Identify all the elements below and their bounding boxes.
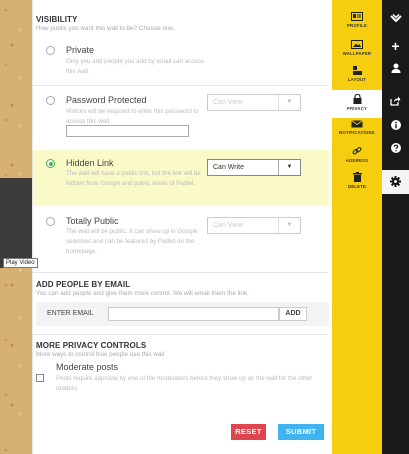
layout-icon bbox=[352, 66, 362, 75]
menu-label: LAYOUT bbox=[347, 77, 367, 82]
permission-select-password[interactable]: Can View ▼ bbox=[207, 94, 301, 111]
radio-totally-public[interactable] bbox=[46, 217, 55, 226]
menu-label: WALLPAPER bbox=[342, 51, 372, 56]
collapse-button[interactable] bbox=[382, 13, 409, 30]
option-title: Totally Public bbox=[66, 216, 119, 226]
plus-icon: + bbox=[391, 38, 400, 54]
moderate-posts-checkbox[interactable] bbox=[36, 374, 44, 382]
settings-button[interactable] bbox=[382, 170, 409, 194]
reset-button[interactable]: RESET bbox=[231, 424, 266, 440]
permission-select-totally-public[interactable]: Can View ▼ bbox=[207, 217, 301, 234]
option-hidden-link[interactable]: Hidden Link The wall will have a public … bbox=[33, 150, 329, 206]
menu-label: DELETE bbox=[347, 184, 367, 189]
divider bbox=[33, 85, 329, 86]
settings-menu: PROFILE WALLPAPER LAYOUT PRIVACY NOTIFIC… bbox=[332, 0, 382, 454]
lock-icon bbox=[353, 94, 361, 104]
envelope-icon bbox=[351, 120, 363, 128]
chevron-down-icon: ▼ bbox=[278, 218, 300, 233]
submit-button[interactable]: SUBMIT bbox=[278, 424, 324, 440]
moderate-posts-title: Moderate posts bbox=[56, 362, 119, 372]
menu-item-layout[interactable]: LAYOUT bbox=[332, 66, 382, 88]
add-people-title: ADD PEOPLE BY EMAIL bbox=[36, 280, 131, 289]
chevron-down-icon: ▼ bbox=[278, 160, 300, 175]
trash-icon bbox=[352, 172, 362, 182]
email-input[interactable] bbox=[108, 307, 279, 321]
gear-icon bbox=[390, 176, 401, 187]
menu-item-privacy[interactable]: PRIVACY bbox=[332, 90, 382, 118]
option-title: Private bbox=[66, 45, 95, 55]
user-icon bbox=[391, 63, 400, 73]
option-title: Hidden Link bbox=[66, 158, 114, 168]
option-title: Password Protected bbox=[66, 95, 147, 105]
menu-item-delete[interactable]: DELETE bbox=[332, 172, 382, 194]
radio-hidden-link[interactable] bbox=[46, 159, 55, 168]
menu-item-notifications[interactable]: NOTIFICATIONS bbox=[332, 120, 382, 142]
select-value: Can View bbox=[213, 222, 243, 229]
chevron-icon bbox=[389, 13, 402, 23]
add-email-button[interactable]: ADD bbox=[279, 307, 307, 321]
menu-item-profile[interactable]: PROFILE bbox=[332, 12, 382, 38]
radio-password-protected[interactable] bbox=[46, 96, 55, 105]
email-row: ENTER EMAIL ADD bbox=[36, 302, 329, 326]
share-icon bbox=[390, 96, 401, 106]
divider bbox=[33, 334, 329, 335]
privacy-controls-subtitle: More ways to control how people use this… bbox=[36, 351, 165, 358]
add-button[interactable]: + bbox=[382, 38, 409, 54]
visibility-title: VISIBILITY bbox=[36, 15, 78, 24]
password-input[interactable] bbox=[66, 125, 189, 137]
menu-label: PROFILE bbox=[346, 23, 368, 28]
select-value: Can Write bbox=[213, 164, 244, 171]
email-label: ENTER EMAIL bbox=[47, 310, 94, 317]
info-icon bbox=[390, 120, 401, 130]
option-description: The wall will have a public link, but th… bbox=[66, 170, 201, 187]
video-preview-strip[interactable] bbox=[0, 178, 32, 268]
option-description: Visitors will be required to enter this … bbox=[66, 108, 199, 125]
menu-label: PRIVACY bbox=[346, 106, 368, 111]
link-icon bbox=[352, 147, 362, 155]
menu-label: ADDRESS bbox=[345, 158, 369, 163]
user-button[interactable] bbox=[382, 63, 409, 79]
moderate-posts-description: Posts require approval by one of the mod… bbox=[56, 375, 313, 392]
info-button[interactable] bbox=[382, 120, 409, 136]
chevron-down-icon: ▼ bbox=[278, 95, 300, 110]
privacy-controls-title: MORE PRIVACY CONTROLS bbox=[36, 341, 147, 350]
share-button[interactable] bbox=[382, 96, 409, 112]
menu-item-wallpaper[interactable]: WALLPAPER bbox=[332, 40, 382, 64]
help-button[interactable] bbox=[382, 143, 409, 159]
menu-item-address[interactable]: ADDRESS bbox=[332, 146, 382, 168]
wallpaper-icon bbox=[351, 40, 363, 49]
menu-label: NOTIFICATIONS bbox=[339, 130, 375, 135]
option-totally-public[interactable]: Totally Public The wall will be public. … bbox=[33, 212, 329, 262]
add-people-subtitle: You can add people and give them more co… bbox=[36, 290, 249, 297]
play-video-tooltip: Play Video bbox=[3, 258, 38, 268]
select-value: Can View bbox=[213, 99, 243, 106]
permission-select-hidden-link[interactable]: Can Write ▼ bbox=[207, 159, 301, 176]
divider bbox=[33, 272, 329, 273]
option-description: Only you and people you add by email can… bbox=[66, 58, 204, 75]
radio-private[interactable] bbox=[46, 46, 55, 55]
profile-card-icon bbox=[351, 12, 363, 21]
visibility-subtitle: How public you want this wall to be? Cho… bbox=[36, 25, 175, 32]
help-icon bbox=[390, 143, 401, 153]
option-description: The wall will be public. It can show up … bbox=[66, 228, 198, 255]
settings-panel: VISIBILITY How public you want this wall… bbox=[32, 0, 332, 454]
main-toolbar: + bbox=[382, 0, 409, 454]
option-private[interactable]: Private Only you and people you add by e… bbox=[33, 40, 329, 85]
